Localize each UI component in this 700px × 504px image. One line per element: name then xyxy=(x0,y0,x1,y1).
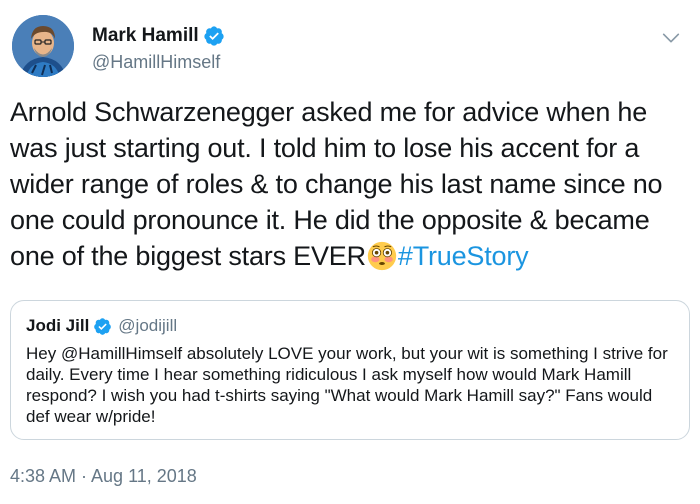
hashtag-link[interactable]: #TrueStory xyxy=(398,241,529,271)
quoted-display-name: Jodi Jill xyxy=(26,316,90,335)
tweet-text-content: Arnold Schwarzenegger asked me for advic… xyxy=(10,97,663,271)
display-name-row: Mark Hamill xyxy=(92,24,225,48)
author-handle[interactable]: @HamillHimself xyxy=(92,52,225,73)
quoted-tweet-text: Hey @HamillHimself absolutely LOVE your … xyxy=(26,344,668,426)
flushed-face-emoji xyxy=(367,241,397,271)
avatar-illustration xyxy=(12,15,74,77)
tweet-header: Mark Hamill @HamillHimself xyxy=(12,15,688,77)
chevron-down-icon[interactable] xyxy=(660,27,682,49)
quoted-tweet[interactable]: Jodi Jill @jodijill Hey @HamillHimself a… xyxy=(10,300,690,440)
tweet-text: Arnold Schwarzenegger asked me for advic… xyxy=(10,94,690,274)
verified-badge-icon xyxy=(94,317,112,335)
author-display-name[interactable]: Mark Hamill xyxy=(92,25,199,47)
tweet-timestamp[interactable]: 4:38 AM · Aug 11, 2018 xyxy=(10,466,197,487)
author-avatar[interactable] xyxy=(12,15,74,77)
quoted-tweet-header: Jodi Jill @jodijill xyxy=(26,315,177,337)
author-names: Mark Hamill @HamillHimself xyxy=(92,24,225,73)
quoted-handle: @jodijill xyxy=(118,316,178,335)
verified-badge-icon xyxy=(204,26,224,46)
tweet-card: Mark Hamill @HamillHimself Arnold Schwar… xyxy=(0,0,700,504)
